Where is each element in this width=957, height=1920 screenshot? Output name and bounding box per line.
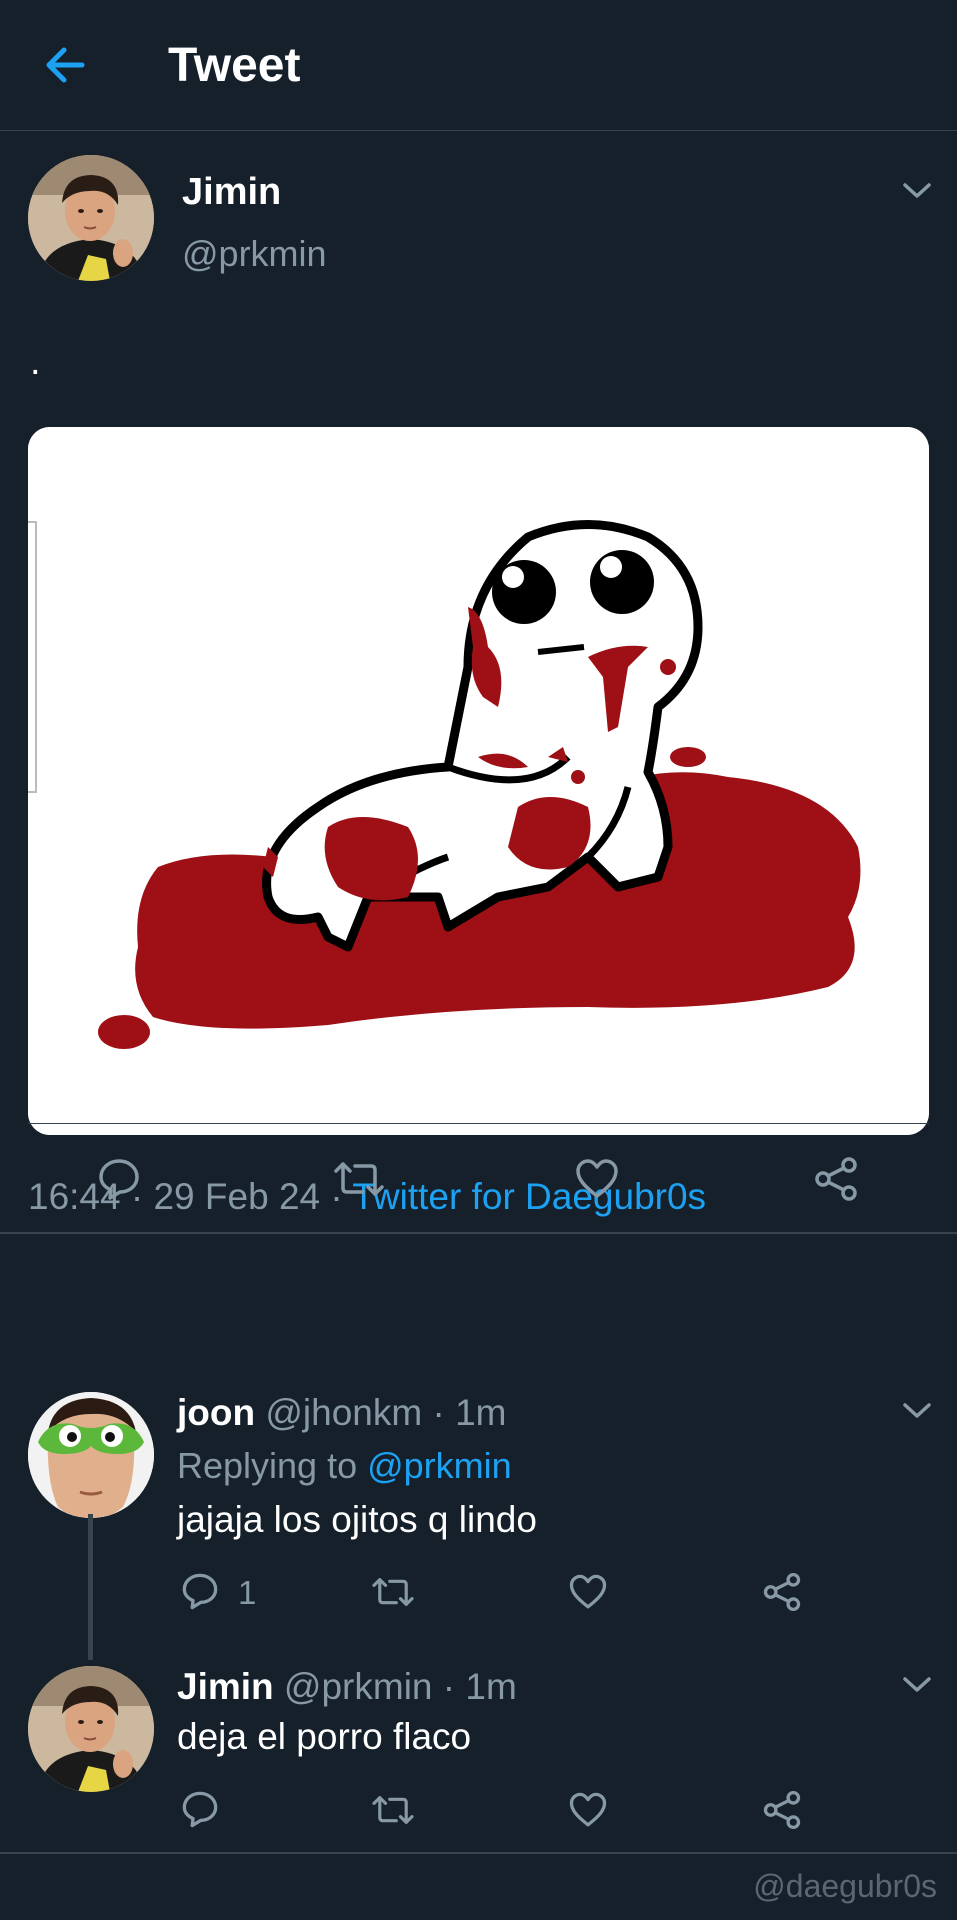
avatar[interactable]	[28, 1392, 154, 1518]
tweet-text: .	[30, 341, 41, 383]
more-options-button[interactable]	[900, 179, 934, 201]
reply-icon	[99, 1159, 139, 1200]
reply-header: joon @jhonkm · 1m	[177, 1392, 507, 1434]
like-icon	[576, 1159, 618, 1198]
main-tweet-actions	[0, 1124, 957, 1232]
reply-author-name[interactable]: Jimin	[177, 1666, 274, 1707]
reply-author-handle[interactable]: @jhonkm	[265, 1392, 422, 1433]
arrow-left-icon	[46, 47, 85, 83]
more-options-button[interactable]	[900, 1673, 934, 1695]
reply-button[interactable]	[96, 1156, 142, 1202]
meta-separator: ·	[432, 1392, 445, 1433]
replying-prefix: Replying to	[177, 1445, 368, 1486]
retweet-button[interactable]	[333, 1156, 385, 1202]
share-button[interactable]	[762, 1572, 802, 1612]
like-button[interactable]	[574, 1156, 620, 1202]
reply-button[interactable]	[180, 1789, 220, 1829]
like-icon	[569, 1792, 607, 1827]
back-button[interactable]	[40, 40, 90, 90]
retweet-icon	[372, 1578, 414, 1606]
share-icon	[763, 1572, 801, 1612]
retweet-icon	[372, 1796, 414, 1824]
divider	[0, 1852, 957, 1854]
share-button[interactable]	[762, 1790, 802, 1830]
retweet-icon	[334, 1162, 384, 1196]
avatar[interactable]	[28, 155, 154, 281]
chevron-down-icon	[903, 183, 931, 198]
reply-icon	[182, 1791, 218, 1828]
divider	[0, 1232, 957, 1234]
watermark: @daegubr0s	[753, 1868, 937, 1904]
reply-author-handle[interactable]: @prkmin	[284, 1666, 433, 1707]
page-title: Tweet	[168, 39, 301, 92]
author-name[interactable]: Jimin	[182, 171, 281, 214]
reply-header: Jimin @prkmin · 1m	[177, 1666, 517, 1708]
author-handle[interactable]: @prkmin	[182, 233, 327, 275]
reply-button[interactable]	[180, 1571, 220, 1611]
reply-time: 1m	[465, 1666, 517, 1707]
tweet-image[interactable]	[28, 427, 929, 1135]
retweet-button[interactable]	[371, 1573, 415, 1611]
reply-text: deja el porro flaco	[177, 1716, 472, 1757]
reply-count: 1	[238, 1574, 257, 1611]
like-button[interactable]	[568, 1790, 608, 1830]
replying-to: Replying to @prkmin	[177, 1445, 512, 1487]
reply-author-name[interactable]: joon	[177, 1392, 255, 1433]
share-icon	[763, 1790, 801, 1830]
thread-connector	[88, 1514, 93, 1660]
like-icon	[569, 1574, 607, 1609]
meta-separator: ·	[442, 1666, 456, 1707]
replying-to-handle[interactable]: @prkmin	[367, 1445, 512, 1486]
more-options-button[interactable]	[900, 1399, 934, 1421]
like-button[interactable]	[568, 1572, 608, 1612]
reply-time: 1m	[455, 1392, 507, 1433]
reply-icon	[182, 1573, 218, 1610]
retweet-button[interactable]	[371, 1791, 415, 1829]
chevron-down-icon	[903, 1677, 931, 1692]
chevron-down-icon	[903, 1403, 931, 1418]
bloody-creature-drawing	[28, 427, 929, 1135]
reply-text: jajaja los ojitos q lindo	[177, 1499, 537, 1540]
top-bar: Tweet	[0, 0, 957, 131]
avatar[interactable]	[28, 1666, 154, 1792]
share-icon	[815, 1157, 857, 1201]
share-button[interactable]	[813, 1156, 859, 1202]
